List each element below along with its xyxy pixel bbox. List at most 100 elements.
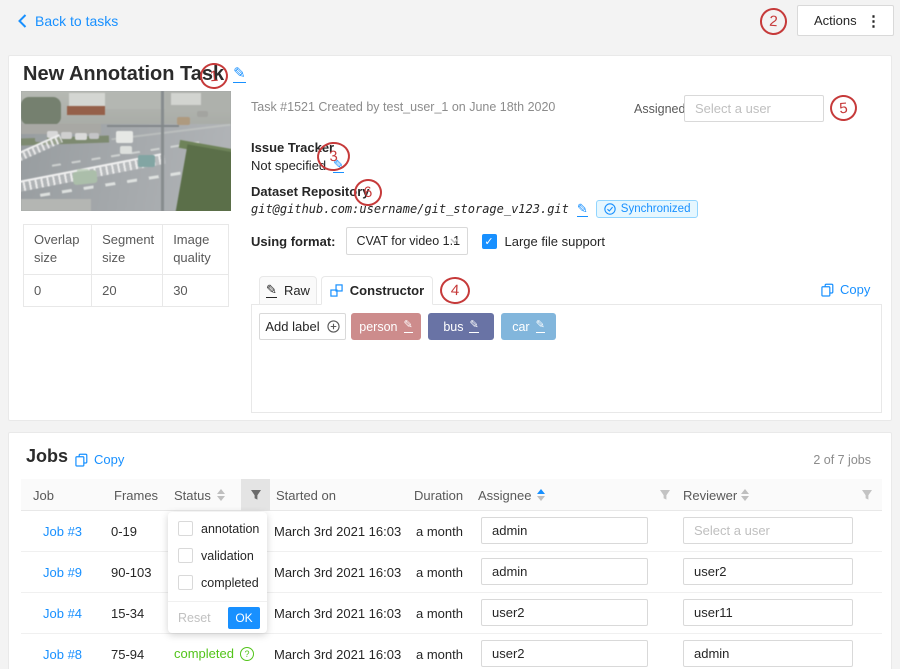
duration-cell: a month: [416, 606, 463, 621]
annotation-circle-2: 2: [759, 7, 788, 36]
raw-tab-icon: ✎: [266, 283, 277, 298]
filter-icon: [250, 489, 262, 501]
back-to-tasks-label: Back to tasks: [35, 13, 118, 29]
plus-circle-icon: [327, 320, 340, 333]
assignee-sorter[interactable]: [537, 489, 545, 501]
param-header-quality: Image quality: [163, 225, 229, 275]
param-header-overlap: Overlap size: [24, 225, 92, 275]
edit-label-icon[interactable]: ✎: [404, 320, 413, 333]
col-job: Job: [33, 488, 54, 503]
jobs-table-header: Job Frames Status Started on Duration As…: [21, 479, 882, 511]
filter-reset-button[interactable]: Reset: [178, 611, 211, 625]
issue-tracker-value: Not specified: [251, 158, 326, 173]
assignee-input[interactable]: [481, 599, 648, 626]
reviewer-input[interactable]: [683, 517, 853, 544]
col-reviewer: Reviewer: [683, 488, 737, 503]
reviewer-input[interactable]: [683, 599, 853, 626]
repository-url[interactable]: git@github.com:username/git_storage_v123…: [251, 202, 569, 216]
job-link[interactable]: Job #3: [43, 524, 82, 539]
filter-option-completed[interactable]: completed: [178, 575, 259, 590]
using-format-label: Using format:: [251, 234, 336, 249]
jobs-copy-button[interactable]: Copy: [75, 452, 124, 467]
back-to-tasks-link[interactable]: Back to tasks: [18, 13, 118, 29]
col-assignee: Assignee: [478, 488, 531, 503]
edit-repository-icon[interactable]: ✎: [577, 202, 588, 217]
assignee-input[interactable]: [481, 558, 648, 585]
checkbox-completed[interactable]: [178, 575, 193, 590]
assigned-to-input[interactable]: [684, 95, 824, 122]
reviewer-filter-button[interactable]: [861, 489, 873, 501]
assignee-filter-button[interactable]: [659, 489, 671, 501]
task-params-table: Overlap size Segment size Image quality …: [23, 224, 229, 307]
add-label-button[interactable]: Add label: [259, 313, 346, 340]
preview-scene: [21, 91, 231, 211]
job-row-4: Job #4 15-34 March 3rd 2021 16:03 a mont…: [21, 593, 882, 634]
chevron-left-icon: [18, 14, 27, 28]
dropdown-divider: [168, 601, 267, 602]
check-circle-icon: [604, 203, 616, 215]
param-value-overlap: 0: [24, 275, 92, 307]
label-chip-car[interactable]: car ✎: [501, 313, 556, 340]
jobs-copy-label: Copy: [94, 452, 124, 467]
filter-ok-button[interactable]: OK: [228, 607, 260, 629]
job-link[interactable]: Job #4: [43, 606, 82, 621]
edit-title-icon[interactable]: ✎: [233, 66, 246, 83]
labels-copy-button[interactable]: Copy: [821, 282, 870, 297]
label-chip-car-text: car: [512, 320, 529, 334]
ellipsis-vertical-icon: ⋮: [866, 12, 881, 30]
status-filter-dropdown: annotation validation completed Reset OK: [168, 512, 267, 633]
assignee-input[interactable]: [481, 640, 648, 667]
label-chip-person-text: person: [359, 320, 397, 334]
status-filter-button[interactable]: [241, 479, 270, 511]
question-circle-icon[interactable]: ?: [240, 647, 254, 661]
actions-button[interactable]: Actions ⋮: [797, 5, 894, 36]
jobs-count: 2 of 7 jobs: [813, 453, 871, 467]
format-select[interactable]: CVAT for video 1.1: [346, 227, 468, 255]
large-file-checkbox[interactable]: ✓: [482, 234, 497, 249]
frames-cell: 75-94: [111, 647, 144, 662]
filter-option-validation[interactable]: validation: [178, 548, 254, 563]
filter-option-annotation[interactable]: annotation: [178, 521, 259, 536]
started-cell: March 3rd 2021 16:03: [274, 565, 401, 580]
status-cell: completed ?: [174, 646, 254, 661]
col-status: Status: [174, 488, 211, 503]
task-preview-image: [21, 91, 231, 211]
edit-label-icon[interactable]: ✎: [536, 320, 545, 333]
jobs-card: Jobs Copy 2 of 7 jobs Job Frames Status …: [8, 432, 892, 669]
jobs-heading: Jobs: [26, 446, 68, 467]
checkbox-validation[interactable]: [178, 548, 193, 563]
dataset-repository-heading: Dataset Repository: [251, 184, 369, 199]
tab-constructor[interactable]: Constructor: [321, 276, 433, 305]
reviewer-sorter[interactable]: [741, 489, 749, 501]
filter-option-validation-label: validation: [201, 549, 254, 563]
actions-label: Actions: [814, 13, 857, 28]
filter-icon: [659, 489, 671, 501]
col-duration: Duration: [414, 488, 463, 503]
add-label-text: Add label: [265, 319, 319, 334]
col-started: Started on: [276, 488, 336, 503]
assignee-input[interactable]: [481, 517, 648, 544]
started-cell: March 3rd 2021 16:03: [274, 647, 401, 662]
job-link[interactable]: Job #9: [43, 565, 82, 580]
frames-cell: 90-103: [111, 565, 151, 580]
copy-icon: [75, 453, 88, 467]
label-chip-bus[interactable]: bus ✎: [428, 313, 494, 340]
started-cell: March 3rd 2021 16:03: [274, 606, 401, 621]
reviewer-input[interactable]: [683, 558, 853, 585]
task-details-card: New Annotation Task ✎: [8, 55, 892, 421]
sync-status-label: Synchronized: [621, 203, 691, 215]
task-meta: Task #1521 Created by test_user_1 on Jun…: [251, 100, 555, 114]
col-frames: Frames: [114, 488, 158, 503]
tab-raw[interactable]: ✎ Raw: [259, 276, 317, 305]
cvat-task-page: Back to tasks Actions ⋮ New Annotation T…: [0, 0, 900, 669]
raw-tab-label: Raw: [284, 283, 310, 298]
status-sorter[interactable]: [217, 489, 225, 501]
duration-cell: a month: [416, 565, 463, 580]
edit-label-icon[interactable]: ✎: [469, 320, 478, 333]
job-link[interactable]: Job #8: [43, 647, 82, 662]
checkbox-annotation[interactable]: [178, 521, 193, 536]
reviewer-input[interactable]: [683, 640, 853, 667]
label-chip-person[interactable]: person ✎: [351, 313, 421, 340]
sync-status-tag[interactable]: Synchronized: [596, 200, 699, 218]
filter-option-completed-label: completed: [201, 576, 259, 590]
